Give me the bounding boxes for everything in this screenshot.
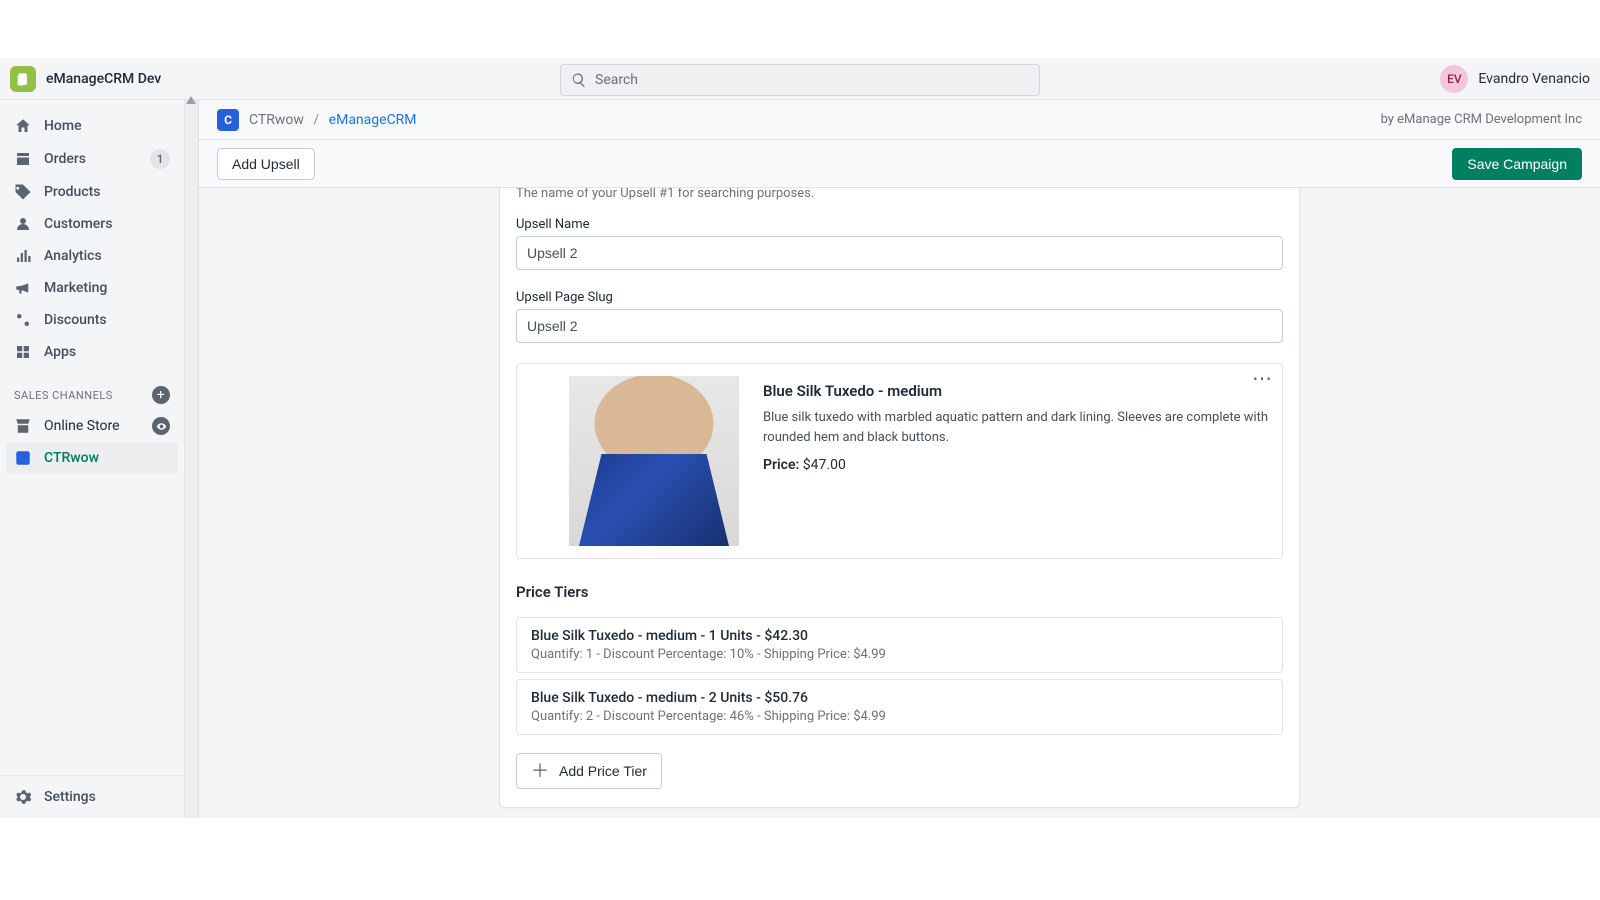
home-icon bbox=[14, 117, 32, 135]
product-card: Blue Silk Tuxedo - medium Blue silk tuxe… bbox=[516, 363, 1283, 559]
app-header: C CTRwow / eManageCRM by eManage CRM Dev… bbox=[199, 100, 1600, 140]
person-icon bbox=[14, 215, 32, 233]
product-image bbox=[569, 376, 739, 546]
add-price-tier-button[interactable]: ＋ Add Price Tier bbox=[516, 753, 662, 789]
sales-channels-header: SALES CHANNELS + bbox=[0, 368, 184, 410]
channel-label: CTRwow bbox=[44, 450, 99, 466]
analytics-icon bbox=[14, 247, 32, 265]
toolbar: Add Upsell Save Campaign bbox=[199, 140, 1600, 188]
crumb-current: eManageCRM bbox=[329, 112, 417, 128]
tier-detail: Quantify: 1 - Discount Percentage: 10% -… bbox=[531, 647, 1268, 662]
add-tier-label: Add Price Tier bbox=[559, 763, 647, 779]
add-channel-icon[interactable]: + bbox=[152, 386, 170, 404]
price-tier-row[interactable]: Blue Silk Tuxedo - medium - 2 Units - $5… bbox=[516, 679, 1283, 735]
channel-ctrwow[interactable]: CTRwow bbox=[6, 442, 178, 474]
section-label: SALES CHANNELS bbox=[14, 389, 113, 402]
megaphone-icon bbox=[14, 279, 32, 297]
sidebar-item-apps[interactable]: Apps bbox=[0, 336, 184, 368]
crumb-parent[interactable]: CTRwow bbox=[249, 112, 304, 128]
user-menu[interactable]: EV Evandro Venancio bbox=[1440, 65, 1590, 93]
orders-badge: 1 bbox=[150, 149, 170, 169]
add-upsell-button[interactable]: Add Upsell bbox=[217, 148, 315, 180]
app-byline: by eManage CRM Development Inc bbox=[1381, 112, 1582, 127]
search-placeholder: Search bbox=[595, 72, 638, 88]
percent-icon bbox=[14, 311, 32, 329]
sidebar-item-analytics[interactable]: Analytics bbox=[0, 240, 184, 272]
product-price: Price: $47.00 bbox=[763, 457, 1270, 473]
upsell1-card: The name of your Upsell #1 for searching… bbox=[499, 188, 1300, 808]
price-tiers-title: Price Tiers bbox=[500, 575, 1299, 611]
sidebar-settings[interactable]: Settings bbox=[0, 775, 184, 818]
upsell-slug-input[interactable] bbox=[516, 309, 1283, 343]
settings-label: Settings bbox=[44, 789, 96, 805]
sidebar-item-orders[interactable]: Orders 1 bbox=[0, 142, 184, 176]
upsell-name-label: Upsell Name bbox=[516, 217, 1283, 232]
search-icon bbox=[571, 72, 587, 88]
price-tier-row[interactable]: Blue Silk Tuxedo - medium - 1 Units - $4… bbox=[516, 617, 1283, 673]
app-icon bbox=[14, 449, 32, 467]
sidebar-item-customers[interactable]: Customers bbox=[0, 208, 184, 240]
upsell-name-input[interactable] bbox=[516, 236, 1283, 270]
product-actions-menu[interactable]: ⋯ bbox=[1252, 366, 1274, 390]
store-icon bbox=[14, 417, 32, 435]
main-area: C CTRwow / eManageCRM by eManage CRM Dev… bbox=[199, 100, 1600, 818]
channel-online-store[interactable]: Online Store bbox=[0, 410, 184, 442]
sidebar-item-label: Discounts bbox=[44, 312, 107, 328]
tag-icon bbox=[14, 183, 32, 201]
shopify-logo-icon bbox=[10, 66, 36, 92]
apps-icon bbox=[14, 343, 32, 361]
sidebar-item-label: Products bbox=[44, 184, 101, 200]
orders-icon bbox=[14, 150, 32, 168]
ctrwow-logo-icon: C bbox=[217, 109, 239, 131]
save-campaign-button[interactable]: Save Campaign bbox=[1452, 148, 1582, 180]
shop-name: eManageCRM Dev bbox=[46, 71, 161, 87]
sidebar-item-label: Marketing bbox=[44, 280, 107, 296]
avatar: EV bbox=[1440, 65, 1468, 93]
sidebar-item-discounts[interactable]: Discounts bbox=[0, 304, 184, 336]
tier-title: Blue Silk Tuxedo - medium - 1 Units - $4… bbox=[531, 628, 1268, 644]
sidebar-item-marketing[interactable]: Marketing bbox=[0, 272, 184, 304]
sidebar-item-label: Apps bbox=[44, 344, 76, 360]
tier-detail: Quantify: 2 - Discount Percentage: 46% -… bbox=[531, 709, 1268, 724]
sidebar-item-label: Customers bbox=[44, 216, 112, 232]
search-input[interactable]: Search bbox=[560, 64, 1040, 96]
view-store-icon[interactable] bbox=[152, 417, 170, 435]
sidebar-item-products[interactable]: Products bbox=[0, 176, 184, 208]
plus-icon: ＋ bbox=[531, 762, 549, 780]
breadcrumb: CTRwow / eManageCRM bbox=[249, 112, 417, 128]
content-scroll[interactable]: The name of your Upsell #1 for searching… bbox=[199, 188, 1600, 818]
upsell1-hint: The name of your Upsell #1 for searching… bbox=[500, 188, 1299, 211]
top-bar: eManageCRM Dev Search EV Evandro Venanci… bbox=[0, 58, 1600, 100]
tier-title: Blue Silk Tuxedo - medium - 2 Units - $5… bbox=[531, 690, 1268, 706]
sidebar-item-label: Home bbox=[44, 118, 82, 134]
sidebar-resize-handle[interactable] bbox=[185, 100, 199, 818]
sidebar-item-home[interactable]: Home bbox=[0, 110, 184, 142]
gear-icon bbox=[14, 788, 32, 806]
sidebar-item-label: Orders bbox=[44, 151, 86, 167]
product-description: Blue silk tuxedo with marbled aquatic pa… bbox=[763, 408, 1270, 447]
sidebar: Home Orders 1 Products Customers Analyti… bbox=[0, 100, 185, 818]
upsell-slug-label: Upsell Page Slug bbox=[516, 290, 1283, 305]
user-name: Evandro Venancio bbox=[1478, 71, 1590, 87]
channel-label: Online Store bbox=[44, 418, 120, 434]
sidebar-item-label: Analytics bbox=[44, 248, 102, 264]
product-title: Blue Silk Tuxedo - medium bbox=[763, 382, 1270, 400]
